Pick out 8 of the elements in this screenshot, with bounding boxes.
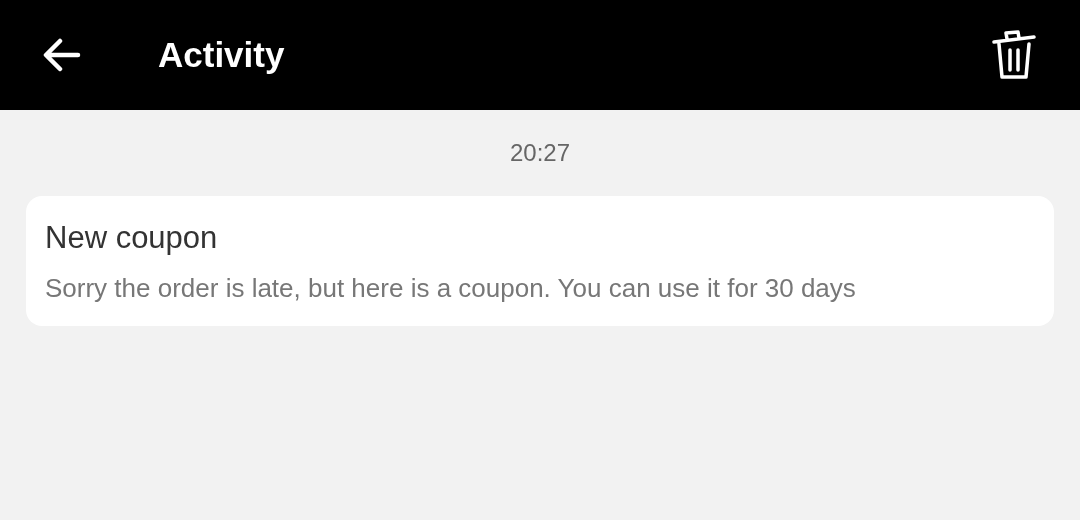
delete-button[interactable] — [990, 29, 1038, 81]
message-body: Sorry the order is late, but here is a coupon. You can use it for 30 days — [45, 272, 857, 305]
message-title: New coupon — [45, 219, 219, 257]
trash-icon — [991, 30, 1037, 80]
back-icon — [43, 38, 81, 72]
timestamp: 20:27 — [509, 138, 571, 168]
message-card[interactable]: New coupon Sorry the order is late, but here is a coupon. You can use it for 30 days — [26, 196, 1054, 326]
screen-title: Activity — [158, 33, 285, 76]
